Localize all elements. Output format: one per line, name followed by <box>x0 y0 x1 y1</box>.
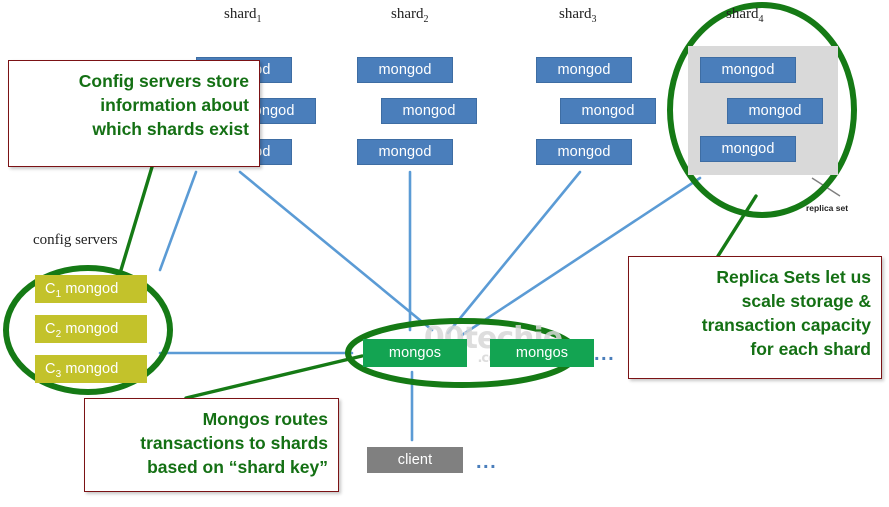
wire-shard1-a <box>158 170 198 272</box>
config-servers-label: config servers <box>33 232 118 248</box>
callout-line: for each shard <box>750 339 871 359</box>
wire-shard3 <box>446 170 582 335</box>
wire-replica-set-pointer <box>811 177 841 197</box>
leader-mongos-callout <box>184 354 364 400</box>
shard3-mongod-1[interactable]: mongod <box>536 57 632 83</box>
node-label: mongod <box>581 102 635 119</box>
node-label: mongos <box>515 344 569 361</box>
callout-line: Config servers store <box>78 71 249 91</box>
node-label: client <box>397 451 433 468</box>
node-label: mongod <box>721 61 775 78</box>
callout-line: scale storage & <box>741 291 871 311</box>
mongos-router-2[interactable]: mongos <box>490 339 594 367</box>
leader-replica-callout <box>716 194 758 258</box>
diagram-canvas: 00techie .com shard1 mongod mongod mongo… <box>0 0 889 507</box>
shard-label-2: shard2 <box>391 6 429 25</box>
mongos-router-1[interactable]: mongos <box>363 339 467 367</box>
node-label: mongod <box>748 102 802 119</box>
callout-line: Replica Sets let us <box>716 267 871 287</box>
wire-shard1-b <box>238 170 434 332</box>
shard2-mongod-2[interactable]: mongod <box>381 98 477 124</box>
leader-config-callout <box>116 165 154 282</box>
node-label: C3 mongod <box>45 360 119 380</box>
node-label: C1 mongod <box>45 280 119 300</box>
callout-line: based on “shard key” <box>147 457 328 477</box>
callout-mongos-routing: Mongos routes transactions to shards bas… <box>84 398 339 492</box>
callout-line: transactions to shards <box>140 433 328 453</box>
mongos-more-indicator: ... <box>594 343 616 365</box>
callout-config-servers: Config servers store information about w… <box>8 60 260 167</box>
shard2-mongod-1[interactable]: mongod <box>357 57 453 83</box>
node-label: C2 mongod <box>45 320 119 340</box>
shard-label-4: shard4 <box>726 6 764 25</box>
shard-label-1: shard1 <box>224 6 262 25</box>
client-node-1[interactable]: client <box>367 447 463 473</box>
replica-set-note: replica set <box>806 203 849 213</box>
node-label: mongod <box>557 61 611 78</box>
client-more-indicator: ... <box>476 451 498 473</box>
callout-line: transaction capacity <box>701 315 871 335</box>
node-label: mongos <box>388 344 442 361</box>
callout-line: which shards exist <box>92 119 249 139</box>
node-label: mongod <box>557 143 611 160</box>
node-label: mongod <box>402 102 456 119</box>
node-label: mongod <box>378 143 432 160</box>
callout-line: information about <box>100 95 249 115</box>
shard3-mongod-3[interactable]: mongod <box>536 139 632 165</box>
shard4-mongod-2[interactable]: mongod <box>727 98 823 124</box>
config-server-2[interactable]: C2 mongod <box>35 315 147 343</box>
config-server-3[interactable]: C3 mongod <box>35 355 147 383</box>
shard-label-3: shard3 <box>559 6 597 25</box>
shard4-mongod-3[interactable]: mongod <box>700 136 796 162</box>
node-label: mongod <box>721 140 775 157</box>
shard2-mongod-3[interactable]: mongod <box>357 139 453 165</box>
shard3-mongod-2[interactable]: mongod <box>560 98 656 124</box>
node-label: mongod <box>378 61 432 78</box>
callout-line: Mongos routes <box>202 409 328 429</box>
callout-replica-sets: Replica Sets let us scale storage & tran… <box>628 256 882 379</box>
shard4-mongod-1[interactable]: mongod <box>700 57 796 83</box>
config-server-1[interactable]: C1 mongod <box>35 275 147 303</box>
